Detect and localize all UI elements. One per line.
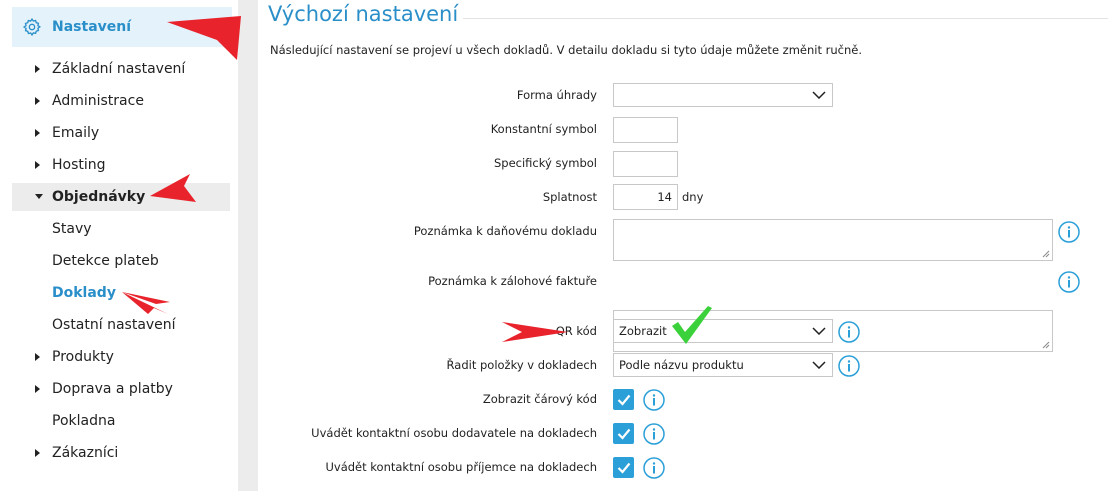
sidebar-item-label: Stavy [52,221,92,237]
sidebar-item-administration[interactable]: Administrace [12,87,230,115]
sidebar-item-label: Hosting [52,157,106,173]
barcode-label: Zobrazit čárový kód [482,392,597,406]
chevron-down-icon [812,361,826,369]
payment-form-label: Forma úhrady [516,88,597,102]
annotation-checkmark-icon [672,306,712,344]
sidebar-item-label: Zákazníci [52,445,119,461]
sidebar-header-label: Nastavení [52,19,132,35]
gear-icon [22,17,42,37]
page-description: Následující nastavení se projeví u všech… [270,43,862,57]
sidebar-item-label: Doklady [52,285,116,301]
recipient-contact-label: Uvádět kontaktní osobu příjemce na dokla… [325,460,597,474]
info-icon[interactable] [1058,221,1080,243]
supplier-contact-label: Uvádět kontaktní osobu dodavatele na dok… [311,426,597,440]
tax-note-label: Poznámka k daňovému dokladu [413,224,597,238]
caret-right-icon [35,353,40,361]
specific-symbol-label: Specifický symbol [493,156,597,170]
sidebar-item-label: Základní nastavení [52,61,186,77]
info-icon[interactable] [643,457,665,479]
resize-grip-icon[interactable] [1042,250,1050,258]
caret-right-icon [35,449,40,457]
caret-down-icon [35,194,43,199]
chevron-down-icon [812,327,826,335]
due-input[interactable]: 14 [613,184,678,210]
sort-items-label: Řadit položky v dokladech [446,358,597,372]
sidebar-item-emails[interactable]: Emaily [12,119,230,147]
qr-code-select[interactable]: Zobrazit [613,319,833,343]
sidebar-item-label: Ostatní nastavení [52,317,176,333]
sidebar-item-cash-register[interactable]: Pokladna [12,407,230,435]
barcode-checkbox[interactable] [613,389,634,410]
annotation-arrow-icon [122,292,170,314]
checkmark-icon [617,428,630,440]
checkmark-icon [617,394,630,406]
sidebar-item-products[interactable]: Produkty [12,343,230,371]
sidebar-item-label: Detekce plateb [52,253,159,269]
recipient-contact-checkbox[interactable] [613,457,634,478]
caret-right-icon [35,65,40,73]
caret-right-icon [35,161,40,169]
supplier-contact-checkbox[interactable] [613,423,634,444]
specific-symbol-input[interactable] [613,151,678,177]
caret-right-icon [35,97,40,105]
info-icon[interactable] [838,321,860,343]
sort-items-value: Podle názvu produktu [619,358,744,372]
due-suffix: dny [682,190,704,204]
sidebar-divider [238,0,258,491]
sidebar-item-label: Pokladna [52,413,116,429]
caret-right-icon [35,129,40,137]
checkmark-icon [617,462,630,474]
main-content: Výchozí nastavení Následující nastavení … [258,0,1108,491]
info-icon[interactable] [643,389,665,411]
sort-items-select[interactable]: Podle názvu produktu [613,353,833,377]
qr-code-value: Zobrazit [619,324,667,338]
payment-form-select[interactable] [613,83,833,107]
annotation-arrow-icon [150,174,196,202]
sidebar-subitem-payment-detection[interactable]: Detekce plateb [12,247,230,275]
title-divider [463,18,1108,19]
constant-symbol-label: Konstantní symbol [490,122,597,136]
info-icon[interactable] [838,355,860,377]
sidebar: Nastavení Základní nastavení Administrac… [0,0,246,491]
resize-grip-icon[interactable] [1042,341,1050,349]
sidebar-item-label: Administrace [52,93,144,109]
constant-symbol-input[interactable] [613,117,678,143]
sidebar-item-shipping-payments[interactable]: Doprava a platby [12,375,230,403]
info-icon[interactable] [1058,271,1080,293]
advance-note-label: Poznámka k zálohové faktuře [428,274,597,288]
sidebar-item-label: Objednávky [52,189,146,205]
sidebar-item-label: Emaily [52,125,100,141]
caret-right-icon [35,385,40,393]
annotation-arrow-icon [167,16,241,60]
sidebar-item-label: Produkty [52,349,114,365]
page-title: Výchozí nastavení [268,2,459,26]
due-label: Splatnost [542,190,597,204]
chevron-down-icon [812,91,826,99]
info-icon[interactable] [643,423,665,445]
sidebar-item-label: Doprava a platby [52,381,173,397]
tax-note-textarea[interactable] [613,219,1053,261]
app-root: Nastavení Základní nastavení Administrac… [0,0,1108,491]
sidebar-item-customers[interactable]: Zákazníci [12,439,230,467]
sidebar-subitem-statuses[interactable]: Stavy [12,215,230,243]
annotation-arrow-icon [502,322,568,342]
